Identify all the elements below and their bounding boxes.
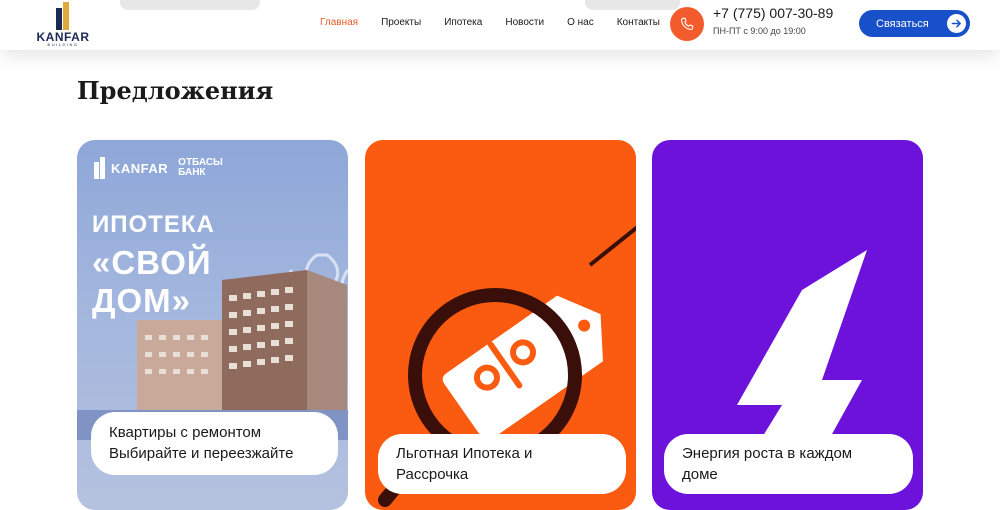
card-caption: Энергия роста в каждом доме — [664, 434, 913, 494]
phone-button[interactable] — [670, 7, 704, 41]
promo-logos: KANFAR ОТБАСЫ БАНК — [93, 157, 223, 179]
kanfar-logo[interactable]: KANFAR BUILDING — [34, 2, 92, 47]
building-logo-icon — [56, 2, 69, 30]
promo-kanfar-logo: KANFAR — [93, 157, 168, 179]
nav-item-projects[interactable]: Проекты — [381, 17, 421, 28]
arrow-right-icon — [947, 14, 966, 33]
offer-card-mortgage[interactable]: Льготная Ипотека и Рассрочка — [365, 140, 636, 510]
nav-item-about[interactable]: О нас — [567, 17, 594, 28]
nav-item-mortgage[interactable]: Ипотека — [444, 17, 482, 28]
buildings-image — [77, 253, 348, 440]
logo-subtext: BUILDING — [47, 42, 79, 47]
offer-card-apartments[interactable]: KANFAR ОТБАСЫ БАНК ИПОТЕКА «СВОЙ ДОМ» Кв… — [77, 140, 348, 510]
section-title: Предложения — [77, 76, 274, 105]
promo-bank-logo: ОТБАСЫ БАНК — [178, 157, 223, 178]
building-logo-icon — [94, 157, 105, 179]
main-nav: Главная Проекты Ипотека Новости О нас Ко… — [320, 17, 683, 28]
phone-number[interactable]: +7 (775) 007-30-89 — [713, 5, 833, 21]
nav-item-home[interactable]: Главная — [320, 17, 358, 28]
phone-icon — [681, 17, 694, 30]
offer-card-energy[interactable]: Энергия роста в каждом доме — [652, 140, 923, 510]
card-caption: Квартиры с ремонтом Выбирайте и переезжа… — [91, 412, 338, 475]
working-hours: ПН-ПТ с 9:00 до 19:00 — [713, 26, 806, 36]
contact-button-label: Связаться — [876, 17, 929, 30]
card-caption: Льготная Ипотека и Рассрочка — [378, 434, 626, 494]
contact-button[interactable]: Связаться — [859, 10, 970, 37]
site-header: KANFAR BUILDING Главная Проекты Ипотека … — [0, 0, 1000, 50]
nav-item-news[interactable]: Новости — [505, 17, 544, 28]
nav-item-contacts[interactable]: Контакты — [617, 17, 660, 28]
